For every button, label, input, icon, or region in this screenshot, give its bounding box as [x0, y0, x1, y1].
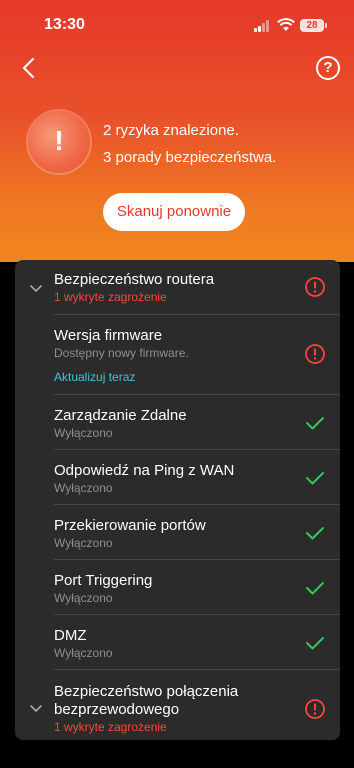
help-button[interactable]: ?: [316, 56, 340, 80]
list-item-wan-ping[interactable]: Odpowiedź na Ping z WAN Wyłączono: [15, 450, 340, 505]
risks-found-text: 2 ryzyka znalezione.: [103, 122, 239, 139]
security-results-panel: Bezpieczeństwo routera 1 wykryte zagroże…: [15, 260, 340, 740]
item-title: Wersja firmware: [54, 327, 163, 344]
chevron-down-icon: [30, 285, 42, 293]
list-item-port-triggering[interactable]: Port Triggering Wyłączono: [15, 560, 340, 615]
check-icon: [306, 417, 324, 430]
cellular-signal-icon: [254, 20, 272, 32]
alert-badge-icon: !: [28, 111, 90, 173]
section-title-line2: bezprzewodowego: [54, 701, 180, 718]
section-router-security[interactable]: Bezpieczeństwo routera 1 wykryte zagroże…: [15, 260, 340, 315]
warning-icon: [305, 699, 325, 719]
warning-icon: [305, 344, 325, 364]
item-title: Odpowiedź na Ping z WAN: [54, 462, 235, 479]
item-subtitle: Dostępny nowy firmware.: [54, 346, 189, 360]
update-now-link[interactable]: Aktualizuj teraz: [54, 370, 135, 384]
section-wireless-security[interactable]: Bezpieczeństwo połączenia bezprzewodoweg…: [15, 670, 340, 740]
item-title: Przekierowanie portów: [54, 517, 206, 534]
rescan-button[interactable]: Skanuj ponownie: [103, 193, 245, 231]
status-bar: 13:30 28: [0, 0, 354, 50]
status-time: 13:30: [44, 16, 85, 33]
item-subtitle: Wyłączono: [54, 646, 113, 660]
section-subtitle: 1 wykryte zagrożenie: [54, 290, 167, 304]
section-title-line1: Bezpieczeństwo połączenia: [54, 683, 239, 700]
warning-icon: [305, 277, 325, 297]
check-icon: [306, 527, 324, 540]
item-title: Port Triggering: [54, 572, 153, 589]
list-item-firmware[interactable]: Wersja firmware Dostępny nowy firmware. …: [15, 315, 340, 395]
alert-badge-mark: !: [54, 125, 64, 156]
check-icon: [306, 582, 324, 595]
item-title: DMZ: [54, 627, 87, 644]
chevron-down-icon: [30, 705, 42, 713]
security-tips-text: 3 porady bezpieczeństwa.: [103, 149, 277, 166]
item-subtitle: Wyłączono: [54, 426, 113, 440]
list-item-dmz[interactable]: DMZ Wyłączono: [15, 615, 340, 670]
section-subtitle: 1 wykryte zagrożenie: [54, 720, 167, 734]
item-subtitle: Wyłączono: [54, 536, 113, 550]
check-icon: [306, 472, 324, 485]
wifi-icon: [277, 18, 295, 31]
list-item-remote-management[interactable]: Zarządzanie Zdalne Wyłączono: [15, 395, 340, 450]
item-subtitle: Wyłączono: [54, 591, 113, 605]
item-subtitle: Wyłączono: [54, 481, 113, 495]
list-item-port-forwarding[interactable]: Przekierowanie portów Wyłączono: [15, 505, 340, 560]
item-title: Zarządzanie Zdalne: [54, 407, 187, 424]
check-icon: [306, 637, 324, 650]
back-button[interactable]: [18, 56, 42, 80]
section-title: Bezpieczeństwo routera: [54, 271, 215, 288]
battery-icon: 28: [300, 19, 327, 32]
